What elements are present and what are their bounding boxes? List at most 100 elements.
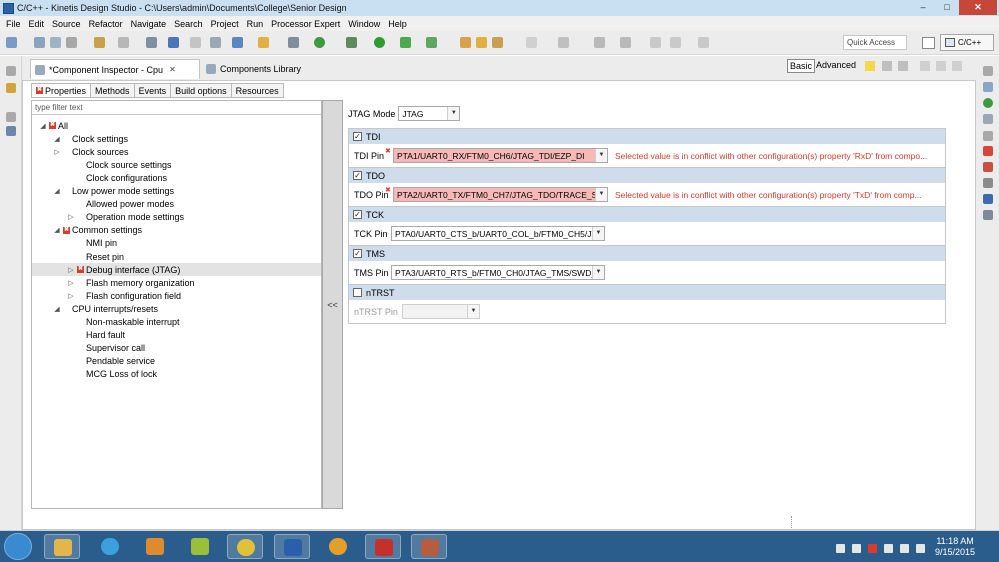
properties-icon[interactable] xyxy=(983,194,993,204)
collapsed-twisty-icon[interactable]: ▷ xyxy=(53,148,61,156)
collapsed-twisty-icon[interactable]: ▷ xyxy=(67,213,75,221)
tab-events[interactable]: Events xyxy=(134,83,172,98)
memory-icon[interactable] xyxy=(983,210,993,220)
tree-node[interactable]: MCG Loss of lock xyxy=(67,368,157,381)
outline-icon[interactable] xyxy=(983,82,993,92)
collapse-tree-button[interactable]: << xyxy=(322,100,343,509)
menu-navigate[interactable]: Navigate xyxy=(127,19,171,29)
annotation-prev-icon[interactable] xyxy=(620,37,631,48)
annotation-next-icon[interactable] xyxy=(594,37,605,48)
tree-node[interactable]: ▷ Clock sources xyxy=(53,145,128,158)
problems-icon[interactable] xyxy=(983,146,993,156)
tck-pin-select[interactable]: PTA0/UART0_CTS_b/UART0_COL_b/FTM0_CH5/JT… xyxy=(391,226,605,241)
task-list-icon[interactable] xyxy=(983,114,993,124)
close-button[interactable]: ✕ xyxy=(959,0,997,15)
new-folder-icon[interactable] xyxy=(258,37,269,48)
taskbar-explorer[interactable] xyxy=(44,534,80,559)
taskbar-ie[interactable] xyxy=(92,534,128,559)
tray-network-icon[interactable] xyxy=(884,544,893,553)
taskbar-chrome[interactable] xyxy=(227,534,263,559)
taskbar-word[interactable] xyxy=(274,534,310,559)
new-project-icon[interactable] xyxy=(232,37,243,48)
back-icon[interactable] xyxy=(670,37,681,48)
expanded-twisty-icon[interactable]: ◢ xyxy=(53,226,61,234)
console-icon[interactable] xyxy=(983,178,993,188)
collapsed-twisty-icon[interactable]: ▷ xyxy=(67,266,75,274)
expanded-twisty-icon[interactable]: ◢ xyxy=(53,305,61,313)
expanded-twisty-icon[interactable]: ◢ xyxy=(53,187,61,195)
restore-icon-right-2[interactable] xyxy=(983,131,993,141)
open-type-icon[interactable] xyxy=(460,37,471,48)
view-menu-icon[interactable] xyxy=(920,61,930,71)
minimize-button[interactable]: – xyxy=(911,0,935,15)
tree-node[interactable]: Pendable service xyxy=(67,355,155,368)
taskbar-app-w[interactable] xyxy=(182,534,218,559)
tree-node[interactable]: ▷ Operation mode settings xyxy=(67,211,184,224)
tray-alert-icon[interactable] xyxy=(868,544,877,553)
filter-input[interactable]: type filter text xyxy=(32,101,321,115)
taskbar-kinetis[interactable] xyxy=(320,534,356,559)
tree-node[interactable]: Reset pin xyxy=(67,250,124,263)
edit-icon[interactable] xyxy=(526,37,537,48)
menu-project[interactable]: Project xyxy=(207,19,243,29)
tray-chevron-icon[interactable] xyxy=(836,544,845,553)
run-icon[interactable] xyxy=(374,37,385,48)
tray-volume-icon[interactable] xyxy=(916,544,925,553)
tray-signal-icon[interactable] xyxy=(900,544,909,553)
tools-icon[interactable] xyxy=(118,37,129,48)
advanced-mode-button[interactable]: Advanced xyxy=(814,59,858,73)
menu-run[interactable]: Run xyxy=(243,19,268,29)
tree-node[interactable]: ▷ ✖ Debug interface (JTAG) xyxy=(32,263,321,277)
menu-edit[interactable]: Edit xyxy=(25,19,49,29)
basic-mode-button[interactable]: Basic xyxy=(787,59,816,73)
tree-node[interactable]: Hard fault xyxy=(67,329,125,342)
help-icon[interactable] xyxy=(865,61,875,71)
maximize-button[interactable]: □ xyxy=(935,0,959,15)
refresh-icon[interactable] xyxy=(314,37,325,48)
cursor-icon[interactable] xyxy=(190,37,201,48)
external-tools-icon[interactable] xyxy=(426,37,437,48)
minimize-view-icon[interactable] xyxy=(936,61,946,71)
save-all-icon[interactable] xyxy=(50,37,61,48)
tms-checkbox[interactable]: ✓ xyxy=(353,249,362,258)
tree-node[interactable]: ◢ Low power mode settings xyxy=(53,185,174,198)
new-icon[interactable] xyxy=(6,37,17,48)
tree-node[interactable]: Clock configurations xyxy=(67,171,167,184)
tab-components-library[interactable]: Components Library xyxy=(204,59,301,79)
search-icon[interactable] xyxy=(492,37,503,48)
collapsed-twisty-icon[interactable]: ▷ xyxy=(67,292,75,300)
menu-file[interactable]: File xyxy=(2,19,25,29)
components-icon[interactable] xyxy=(6,126,16,136)
tree-node[interactable]: ◢ ✖ All xyxy=(39,119,68,132)
tab-build-options[interactable]: Build options xyxy=(171,83,232,98)
save-icon[interactable] xyxy=(34,37,45,48)
run-external-icon[interactable] xyxy=(400,37,411,48)
ntrst-checkbox[interactable] xyxy=(353,288,362,297)
taskbar-acrobat[interactable] xyxy=(365,534,401,559)
build-icon[interactable] xyxy=(94,37,105,48)
tab-methods[interactable]: Methods xyxy=(91,83,135,98)
tree-node[interactable]: NMI pin xyxy=(67,237,117,250)
tree-node[interactable]: Supervisor call xyxy=(67,342,145,355)
tck-checkbox[interactable]: ✓ xyxy=(353,210,362,219)
tree-node[interactable]: ▷ Flash configuration field xyxy=(67,289,181,302)
tab-resources[interactable]: Resources xyxy=(231,83,284,98)
last-edit-icon[interactable] xyxy=(650,37,661,48)
open-perspective-icon[interactable] xyxy=(922,37,935,49)
menu-search[interactable]: Search xyxy=(170,19,207,29)
taskbar-media[interactable] xyxy=(137,534,173,559)
menu-source[interactable]: Source xyxy=(48,19,85,29)
restore-icon-2[interactable] xyxy=(6,112,16,122)
project-explorer-icon[interactable] xyxy=(6,83,16,93)
close-tab-icon[interactable]: ✕ xyxy=(169,65,176,74)
jtag-mode-select[interactable]: JTAG ▼ xyxy=(398,106,461,121)
tdi-checkbox[interactable]: ✓ xyxy=(353,132,362,141)
collapsed-twisty-icon[interactable]: ▷ xyxy=(67,279,75,287)
open-folder-icon[interactable] xyxy=(476,37,487,48)
tree-node[interactable]: Clock source settings xyxy=(67,158,172,171)
tray-windows-icon[interactable] xyxy=(852,544,861,553)
tms-pin-select[interactable]: PTA3/UART0_RTS_b/FTM0_CH0/JTAG_TMS/SWD_I… xyxy=(391,265,605,280)
tree-node[interactable]: Allowed power modes xyxy=(67,198,174,211)
tree-node[interactable]: Non-maskable interrupt xyxy=(67,316,180,329)
link-icon[interactable] xyxy=(168,37,179,48)
